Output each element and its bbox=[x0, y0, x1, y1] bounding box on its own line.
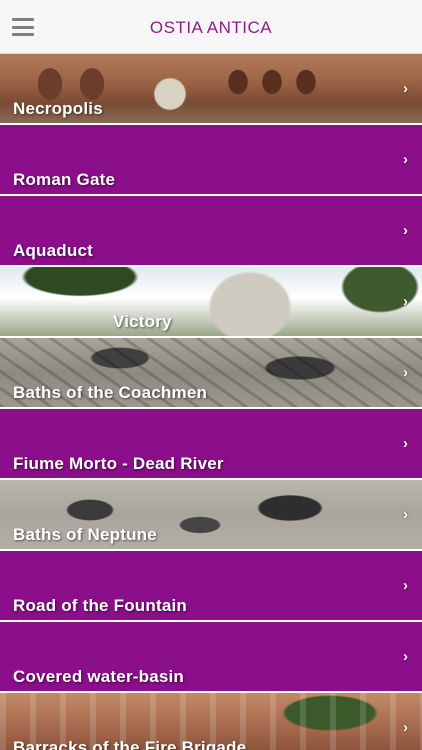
list-item-necropolis[interactable]: Necropolis › bbox=[0, 54, 422, 125]
list-item-label: Baths of the Coachmen bbox=[13, 383, 208, 402]
chevron-right-icon: › bbox=[403, 293, 408, 310]
chevron-right-icon: › bbox=[403, 648, 408, 665]
list-item-baths-of-the-coachmen[interactable]: Baths of the Coachmen › bbox=[0, 338, 422, 409]
list-item-label: Barracks of the Fire Brigade bbox=[13, 738, 247, 750]
list-item-covered-water-basin[interactable]: Covered water-basin › bbox=[0, 622, 422, 693]
list-item-label: Roman Gate bbox=[13, 170, 116, 189]
chevron-right-icon: › bbox=[403, 80, 408, 97]
list-item-fiume-morto[interactable]: Fiume Morto - Dead River › bbox=[0, 409, 422, 480]
list-item-label: Fiume Morto - Dead River bbox=[13, 454, 224, 473]
list-item-victory[interactable]: Victory › bbox=[0, 267, 422, 338]
list-item-roman-gate[interactable]: Roman Gate › bbox=[0, 125, 422, 196]
list-item-road-of-the-fountain[interactable]: Road of the Fountain › bbox=[0, 551, 422, 622]
list-item-label: Road of the Fountain bbox=[13, 596, 187, 615]
top-navigation-bar: OSTIA ANTICA bbox=[0, 0, 422, 54]
chevron-right-icon: › bbox=[403, 506, 408, 523]
list-item-label: Baths of Neptune bbox=[13, 525, 157, 544]
page-title: OSTIA ANTICA bbox=[149, 18, 273, 37]
list-item-barracks-of-the-fire-brigade[interactable]: Barracks of the Fire Brigade › bbox=[0, 693, 422, 750]
chevron-right-icon: › bbox=[403, 435, 408, 452]
chevron-right-icon: › bbox=[403, 222, 408, 239]
list-item-label: Victory bbox=[113, 312, 172, 331]
chevron-right-icon: › bbox=[403, 364, 408, 381]
list-item-label: Covered water-basin bbox=[13, 667, 185, 686]
chevron-right-icon: › bbox=[403, 719, 408, 736]
list-item-aquaduct[interactable]: Aquaduct › bbox=[0, 196, 422, 267]
chevron-right-icon: › bbox=[403, 577, 408, 594]
chevron-right-icon: › bbox=[403, 151, 408, 168]
sites-list: Necropolis › Roman Gate › Aquaduct › Vic… bbox=[0, 54, 422, 750]
app-screen: OSTIA ANTICA Necropolis › Roman Gate › A… bbox=[0, 0, 422, 750]
list-item-label: Necropolis bbox=[13, 99, 103, 118]
list-item-label: Aquaduct bbox=[13, 241, 93, 260]
list-item-baths-of-neptune[interactable]: Baths of Neptune › bbox=[0, 480, 422, 551]
